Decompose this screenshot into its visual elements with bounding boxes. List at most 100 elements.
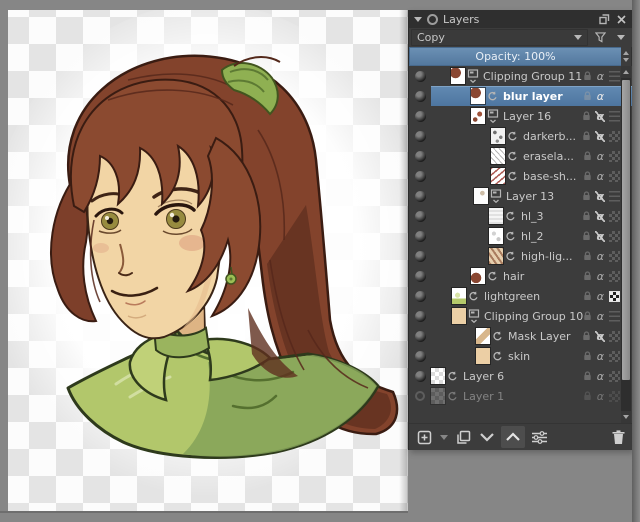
layer-row[interactable]: Layer 16α [409, 106, 633, 126]
visibility-toggle[interactable] [409, 166, 431, 186]
layer-list-scrollbar[interactable] [621, 66, 631, 423]
alpha-lock-icon[interactable] [609, 371, 620, 382]
layer-row-body[interactable]: Layer 6α [431, 366, 633, 386]
layer-row[interactable]: high-lig...α [409, 246, 633, 266]
close-docker-icon[interactable] [615, 13, 627, 25]
layer-row-body[interactable]: darkerb...α [431, 126, 633, 146]
add-layer-options-button[interactable] [438, 426, 450, 448]
scroll-up-icon[interactable] [621, 66, 631, 78]
filter-button[interactable] [591, 29, 609, 46]
alpha-lock-icon[interactable] [609, 71, 620, 82]
alpha-lock-icon[interactable] [609, 151, 620, 162]
layer-row[interactable]: base-sh...α [409, 166, 633, 186]
alpha-lock-icon[interactable] [609, 291, 620, 302]
layer-row-body[interactable]: hairα [431, 266, 633, 286]
layer-row[interactable]: Layer 6α [409, 366, 633, 386]
alpha-lock-icon[interactable] [609, 391, 620, 402]
alpha-lock-icon[interactable] [609, 191, 620, 202]
spin-down-icon[interactable] [623, 58, 629, 62]
inherit-alpha-icon[interactable]: α [595, 231, 605, 242]
layer-row[interactable]: darkerb...α [409, 126, 633, 146]
inherit-alpha-icon[interactable]: α [596, 271, 605, 282]
lock-icon[interactable] [583, 271, 592, 281]
spin-up-icon[interactable] [623, 51, 629, 55]
lock-icon[interactable] [582, 111, 591, 121]
alpha-lock-icon[interactable] [609, 311, 620, 322]
layer-row[interactable]: skinα [409, 346, 633, 366]
alpha-lock-icon[interactable] [609, 111, 620, 122]
alpha-lock-icon[interactable] [609, 351, 620, 362]
layer-row-body[interactable]: Layer 13α [431, 186, 633, 206]
visibility-toggle[interactable] [409, 366, 431, 386]
alpha-lock-icon[interactable] [609, 251, 620, 262]
inherit-alpha-icon[interactable]: α [595, 211, 605, 222]
visibility-toggle[interactable] [409, 326, 431, 346]
inherit-alpha-icon[interactable]: α [595, 191, 605, 202]
layer-row[interactable]: blur layerα [409, 86, 633, 106]
lock-icon[interactable] [582, 331, 591, 341]
blend-mode-select[interactable]: Copy [411, 29, 588, 46]
visibility-toggle[interactable] [409, 146, 431, 166]
layer-row-body[interactable]: skinα [431, 346, 633, 366]
inherit-alpha-icon[interactable]: α [596, 351, 605, 362]
inherit-alpha-icon[interactable]: α [596, 91, 605, 102]
layer-row[interactable]: erasela...α [409, 146, 633, 166]
layer-row[interactable]: Clipping Group 11α [409, 66, 633, 86]
layer-row-body[interactable]: base-sh...α [431, 166, 633, 186]
visibility-toggle[interactable] [409, 206, 431, 226]
layer-row-body[interactable]: blur layerα [431, 86, 633, 106]
lock-icon[interactable] [583, 171, 592, 181]
alpha-lock-icon[interactable] [609, 231, 620, 242]
layer-row-body[interactable]: Clipping Group 11α [431, 66, 633, 86]
layer-row[interactable]: Clipping Group 10α [409, 306, 633, 326]
lock-icon[interactable] [583, 371, 592, 381]
layer-row[interactable]: lightgreenα [409, 286, 633, 306]
inherit-alpha-icon[interactable]: α [596, 71, 605, 82]
layer-row-body[interactable]: Mask Layerα [431, 326, 633, 346]
inherit-alpha-icon[interactable]: α [596, 251, 605, 262]
inherit-alpha-icon[interactable]: α [596, 291, 605, 302]
filter-dropdown[interactable] [612, 29, 630, 46]
layer-row-body[interactable]: Layer 16α [431, 106, 633, 126]
layer-row[interactable]: Mask Layerα [409, 326, 633, 346]
layer-row-body[interactable]: high-lig...α [431, 246, 633, 266]
inherit-alpha-icon[interactable]: α [595, 111, 605, 122]
inherit-alpha-icon[interactable]: α [596, 171, 605, 182]
layer-row[interactable]: hl_2α [409, 226, 633, 246]
visibility-toggle[interactable] [409, 246, 431, 266]
opacity-slider[interactable]: Opacity: 100% [409, 47, 632, 66]
layer-row[interactable]: hairα [409, 266, 633, 286]
lock-icon[interactable] [583, 391, 592, 401]
visibility-toggle[interactable] [409, 266, 431, 286]
lock-icon[interactable] [583, 91, 592, 101]
add-layer-button[interactable] [415, 426, 434, 448]
scrollbar-thumb[interactable] [622, 80, 630, 380]
visibility-toggle[interactable] [409, 346, 431, 366]
layer-row-body[interactable]: erasela...α [431, 146, 633, 166]
layer-row-body[interactable]: hl_3α [431, 206, 633, 226]
layer-row-body[interactable]: Clipping Group 10α [431, 306, 633, 326]
inherit-alpha-icon[interactable]: α [596, 311, 605, 322]
move-layer-up-button[interactable] [501, 426, 525, 448]
lock-icon[interactable] [583, 71, 592, 81]
layer-row[interactable]: Layer 13α [409, 186, 633, 206]
collapse-chevron-icon[interactable] [414, 17, 422, 22]
canvas-viewport[interactable] [8, 10, 408, 511]
visibility-toggle[interactable] [409, 226, 431, 246]
inherit-alpha-icon[interactable]: α [595, 331, 605, 342]
visibility-toggle[interactable] [409, 186, 431, 206]
visibility-toggle[interactable] [409, 86, 431, 106]
move-layer-down-button[interactable] [477, 426, 497, 448]
lock-icon[interactable] [583, 351, 592, 361]
alpha-lock-icon[interactable] [609, 131, 620, 142]
visibility-toggle[interactable] [409, 126, 431, 146]
lock-icon[interactable] [583, 291, 592, 301]
visibility-toggle[interactable] [409, 286, 431, 306]
lock-icon[interactable] [582, 211, 591, 221]
layer-row-body[interactable]: Layer 1α [431, 386, 633, 406]
alpha-lock-icon[interactable] [609, 331, 620, 342]
inherit-alpha-icon[interactable]: α [596, 151, 605, 162]
visibility-toggle[interactable] [409, 66, 431, 86]
lock-icon[interactable] [583, 151, 592, 161]
alpha-lock-icon[interactable] [609, 211, 620, 222]
